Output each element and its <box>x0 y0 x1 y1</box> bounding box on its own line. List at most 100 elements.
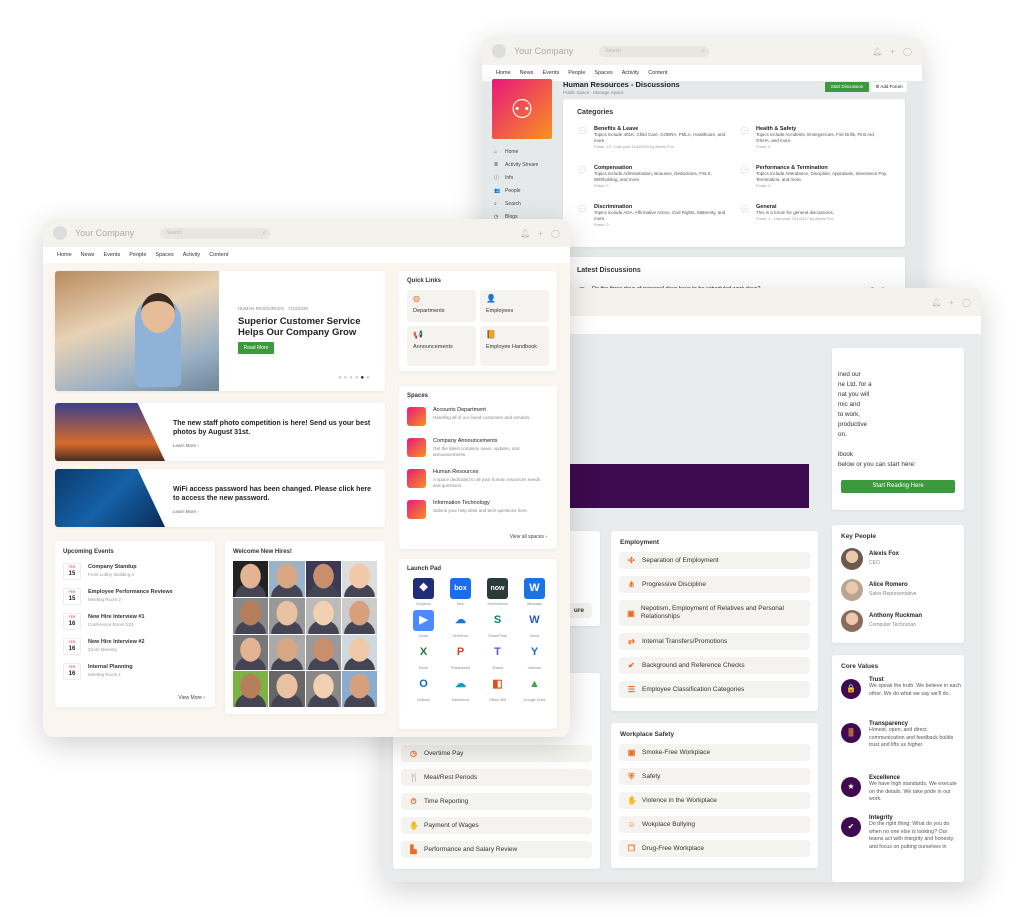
app-word[interactable]: W Word <box>516 610 553 638</box>
category-item[interactable]: 💬︎ Discrimination Topics include ADA, Affi… <box>577 204 727 227</box>
app-sharepoint[interactable]: S SharePoint <box>479 610 516 638</box>
list-item[interactable]: ▣ Nepotism, Employment of Relatives and P… <box>619 600 810 626</box>
nav-content[interactable]: Content <box>648 70 667 76</box>
quick-link-employee-handbook[interactable]: 📙 Employee Handbook <box>480 326 549 366</box>
bell-icon[interactable]: 🔔︎ <box>931 298 941 307</box>
search-input[interactable]: Search <box>599 45 710 57</box>
announcement-card[interactable]: WiFi access password has been changed. P… <box>55 469 385 527</box>
new-hire-photo[interactable] <box>341 671 377 707</box>
list-item[interactable]: ✔ Background and Reference Checks <box>619 657 810 674</box>
new-hire-photo[interactable] <box>233 671 269 707</box>
app-powerpoint[interactable]: P Powerpoint <box>442 642 479 670</box>
event-title[interactable]: Internal Planning <box>88 664 133 670</box>
list-item[interactable]: ▣ Smoke-Free Workplace <box>619 744 810 761</box>
list-item[interactable]: ☺ Wokplace Bullying <box>619 816 810 833</box>
nav-people[interactable]: People <box>568 70 585 76</box>
person-name[interactable]: Alice Romero <box>869 582 908 588</box>
sidebar-item-search[interactable]: ⌕ Search <box>494 197 554 210</box>
event-item[interactable]: FEB 15 Company Standup Front Lobby, Buildin… <box>63 563 208 585</box>
user-icon[interactable]: ◯ <box>551 229 560 238</box>
plus-icon[interactable]: + <box>949 298 954 307</box>
announcement-text[interactable]: The new staff photo competition is here!… <box>173 419 373 437</box>
sidebar-item-home[interactable]: ⌂ Home <box>494 145 554 158</box>
nav-news[interactable]: News <box>81 252 95 258</box>
list-item[interactable]: ⏱ Time Reporting <box>401 793 592 810</box>
list-item[interactable]: ❐ Drug-Free Workplace <box>619 840 810 857</box>
event-item[interactable]: FEB 15 Employee Performance Reviews Meeting… <box>63 588 208 610</box>
key-person[interactable]: Alice Romero Sales Representative <box>841 579 961 603</box>
nav-news[interactable]: News <box>520 70 534 76</box>
space-name[interactable]: Human Resources <box>433 469 479 475</box>
list-item[interactable]: ◷ Overtime Pay <box>401 745 592 762</box>
new-hire-photo[interactable] <box>305 634 341 671</box>
event-item[interactable]: FEB 16 Internal Planning Meeting Room 1 <box>63 663 208 685</box>
category-item[interactable]: 💬︎ Compensation Topics include Administrat… <box>577 165 727 188</box>
view-more-link[interactable]: View More › <box>178 695 205 701</box>
space-item[interactable]: Information Technology Submit your help d… <box>407 500 551 528</box>
list-item[interactable]: ✋ Violence in the Workplace <box>619 792 810 809</box>
app-zoom[interactable]: ▶ Zoom <box>405 610 442 638</box>
space-item[interactable]: Accounts Department Handling all of our l… <box>407 407 551 435</box>
announcement-card[interactable]: The new staff photo competition is here!… <box>55 403 385 461</box>
sidebar-item-info[interactable]: ⓘ Info <box>494 171 554 184</box>
new-hire-photo[interactable] <box>341 634 377 671</box>
plus-icon[interactable]: + <box>890 47 895 56</box>
app-box[interactable]: box Box <box>442 578 479 606</box>
app-workday[interactable]: W Workday <box>516 578 553 606</box>
learn-more-link[interactable]: Learn More › <box>173 509 199 514</box>
space-name[interactable]: Company Announcements <box>433 438 498 444</box>
user-icon[interactable]: ◯ <box>962 298 971 307</box>
list-item[interactable]: ☰ Employee Classification Categories <box>619 681 810 698</box>
nav-home[interactable]: Home <box>57 252 72 258</box>
start-reading-button[interactable]: Start Reading Here <box>841 480 955 493</box>
quick-link-employees[interactable]: 👤 Employees <box>480 290 549 322</box>
nav-events[interactable]: Events <box>542 70 559 76</box>
list-item[interactable]: ⛨ Safety <box>619 768 810 785</box>
plus-icon[interactable]: + <box>538 229 543 238</box>
list-item[interactable]: ✋ Payment of Wages <box>401 817 592 834</box>
app-yammer[interactable]: Y Yammer <box>516 642 553 670</box>
start-discussion-button[interactable]: Start Discussion <box>825 82 869 92</box>
new-hire-photo[interactable] <box>341 597 377 634</box>
nav-home[interactable]: Home <box>496 70 511 76</box>
new-hire-photo[interactable] <box>305 671 341 707</box>
list-item[interactable]: 🍴 Meal/Rest Periods <box>401 769 592 786</box>
nav-events[interactable]: Events <box>103 252 120 258</box>
category-item[interactable]: 💬︎ General This is a forum for general dis… <box>739 204 889 221</box>
key-person[interactable]: Anthony Ruckman Computer Technician <box>841 610 961 634</box>
new-hire-photo[interactable] <box>341 561 377 597</box>
nav-activity[interactable]: Activity <box>183 252 200 258</box>
space-name[interactable]: Information Technology <box>433 500 490 506</box>
app-salesforce[interactable]: ☁ Salesforce <box>442 674 479 702</box>
sidebar-item-people[interactable]: 👥 People <box>494 184 554 197</box>
new-hire-photo[interactable] <box>269 597 305 634</box>
event-item[interactable]: FEB 16 New Hire Interview #1 Conference Roo… <box>63 613 208 635</box>
nav-spaces[interactable]: Spaces <box>594 70 612 76</box>
app-outlook[interactable]: O Outlook <box>405 674 442 702</box>
bell-icon[interactable]: 🔔︎ <box>520 229 530 238</box>
read-more-button[interactable]: Read More <box>238 342 274 354</box>
key-person[interactable]: Alexis Fox CEO <box>841 548 961 572</box>
sidebar-item-activity-stream[interactable]: ≣ Activity Stream <box>494 158 554 171</box>
person-name[interactable]: Alexis Fox <box>869 551 899 557</box>
new-hire-photo[interactable] <box>269 634 305 671</box>
new-hire-photo[interactable] <box>305 561 341 597</box>
category-item[interactable]: 💬︎ Performance & Termination Topics includ… <box>739 165 889 188</box>
quick-link-announcements[interactable]: 📢 Announcements <box>407 326 476 366</box>
nav-activity[interactable]: Activity <box>622 70 639 76</box>
view-all-spaces-link[interactable]: View all spaces › <box>510 534 547 540</box>
app-servicenow[interactable]: now ServiceNow <box>479 578 516 606</box>
app-excel[interactable]: X Excel <box>405 642 442 670</box>
add-forum-button[interactable]: ⚙ Add Forum <box>871 82 907 92</box>
app-google-drive[interactable]: ▲ Google Drive <box>516 674 553 702</box>
quick-link-departments[interactable]: ◍ Departments <box>407 290 476 322</box>
app-office-365[interactable]: ◧ Office 365 <box>479 674 516 702</box>
nav-content[interactable]: Content <box>209 252 228 258</box>
space-name[interactable]: Accounts Department <box>433 407 486 413</box>
nav-people[interactable]: People <box>129 252 146 258</box>
new-hire-photo[interactable] <box>233 634 269 671</box>
new-hire-photo[interactable] <box>269 561 305 597</box>
list-item[interactable]: ⇄ Internal Transfers/Promotions <box>619 633 810 650</box>
category-item[interactable]: 💬︎ Benefits & Leave Topics include 401K, C… <box>577 126 727 149</box>
event-title[interactable]: New Hire Interview #2 <box>88 639 145 645</box>
